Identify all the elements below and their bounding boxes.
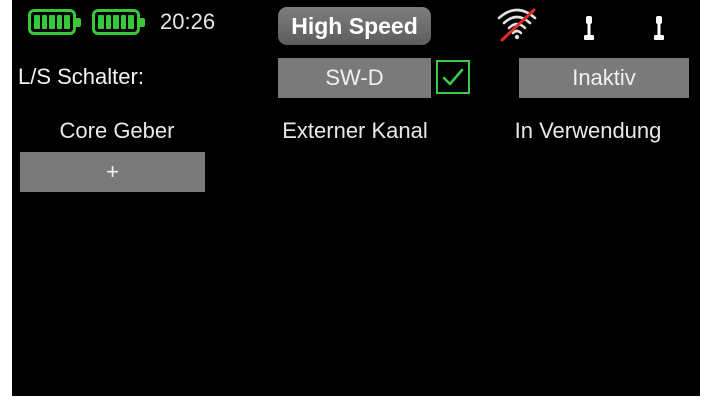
battery-1-icon [28,9,81,35]
status-button[interactable]: Inaktiv [519,58,689,98]
enable-checkbox[interactable] [436,60,470,94]
clock-time: 20:26 [160,9,216,34]
switch-select-button[interactable]: SW-D [278,58,431,98]
antenna-icon [654,16,664,40]
column-header-externer-kanal: Externer Kanal [282,118,428,143]
column-header-in-verwendung: In Verwendung [514,118,662,143]
mode-badge[interactable]: High Speed [278,7,431,45]
switch-label: L/S Schalter: [18,64,144,89]
column-header-core-geber: Core Geber [59,118,175,143]
add-button[interactable]: + [20,152,205,192]
antenna-icon [584,16,594,40]
checkmark-icon [442,68,464,86]
battery-2-icon [92,9,145,35]
transmitter-screen: 20:26 High Speed L/S Schalter: SW-D Inak… [12,0,700,396]
signal-off-icon [497,8,537,42]
